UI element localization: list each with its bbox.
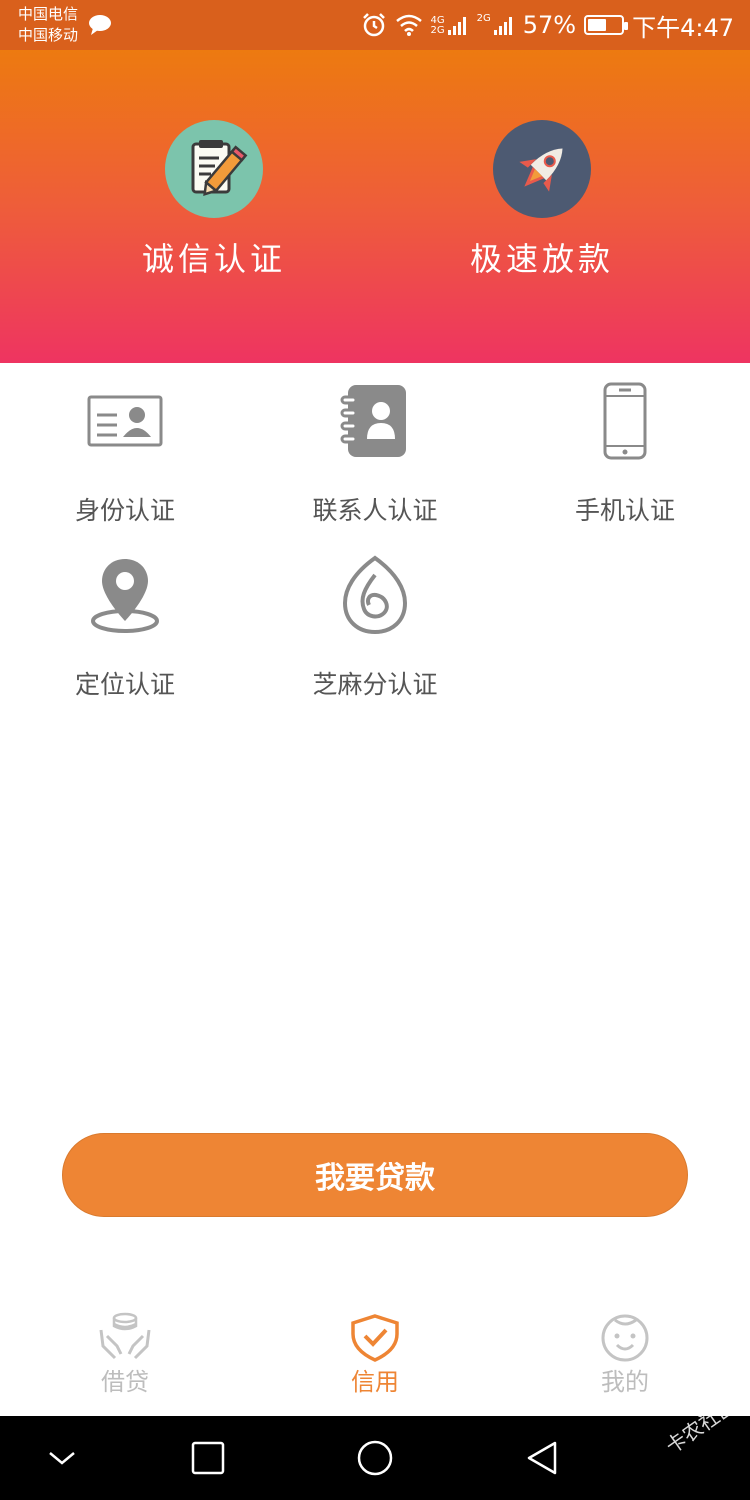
cert-label-location: 定位认证 <box>74 670 175 699</box>
apply-loan-button[interactable]: 我要贷款 <box>62 1133 688 1217</box>
hero-banner: 诚信认证 极速放款 <box>0 50 750 363</box>
network-1b-label: 2G <box>430 25 445 36</box>
cert-label-phone: 手机认证 <box>574 496 675 525</box>
status-bar: 中国电信 中国移动 4G 2G 2G 57% 下午4:47 <box>0 0 750 50</box>
carrier-2: 中国移动 <box>18 26 79 44</box>
signal-2: 2G <box>477 14 515 36</box>
cert-sesame[interactable]: 芝麻分认证 <box>250 555 500 701</box>
carrier-1: 中国电信 <box>18 5 79 23</box>
cert-identity[interactable]: 身份认证 <box>0 381 250 527</box>
battery-percent: 57% <box>522 11 577 39</box>
clock: 下午4:47 <box>632 13 734 42</box>
carrier-info: 中国电信 中国移动 <box>18 4 78 46</box>
cert-phone[interactable]: 手机认证 <box>500 381 750 527</box>
tab-label-mine: 我的 <box>601 1368 649 1396</box>
signal-bars-icon <box>493 17 512 35</box>
tab-label-credit: 信用 <box>351 1368 399 1396</box>
hero-item-fast-loan[interactable]: 极速放款 <box>422 120 662 280</box>
cert-label-identity: 身份认证 <box>74 496 175 525</box>
hero-label-integrity: 诚信认证 <box>141 240 286 278</box>
alarm-icon <box>362 13 385 37</box>
tab-mine[interactable]: 我的 <box>500 1310 750 1397</box>
sesame-icon <box>342 555 408 635</box>
cert-location[interactable]: 定位认证 <box>0 555 250 701</box>
mobile-phone-icon <box>603 382 647 460</box>
circle-icon <box>357 1440 393 1476</box>
notepad-pencil-icon <box>165 120 263 218</box>
chat-bubble-icon <box>89 15 111 35</box>
back-button[interactable] <box>522 1438 562 1478</box>
cert-label-contacts: 联系人认证 <box>312 496 438 525</box>
system-nav-bar <box>0 1416 750 1500</box>
chevron-down-icon <box>49 1452 75 1465</box>
contacts-book-icon <box>340 385 406 457</box>
smiley-face-icon <box>601 1314 649 1362</box>
wifi-icon <box>395 14 422 36</box>
cert-contacts[interactable]: 联系人认证 <box>250 381 500 527</box>
hands-coins-icon <box>99 1312 151 1360</box>
network-2-label: 2G <box>476 13 491 24</box>
battery-icon <box>584 15 629 35</box>
cert-label-sesame: 芝麻分认证 <box>312 670 438 699</box>
home-button[interactable] <box>355 1438 395 1478</box>
tab-loan[interactable]: 借贷 <box>0 1310 250 1397</box>
signal-1: 4G 2G <box>431 14 469 36</box>
location-pin-icon <box>91 559 159 633</box>
id-card-icon <box>87 395 163 447</box>
bottom-tab-bar: 借贷 信用 我的 <box>0 1300 750 1416</box>
back-triangle-icon <box>527 1441 557 1475</box>
recent-apps-button[interactable] <box>188 1438 228 1478</box>
tab-credit[interactable]: 信用 <box>250 1310 500 1397</box>
square-icon <box>191 1441 225 1475</box>
hero-item-integrity[interactable]: 诚信认证 <box>94 120 334 280</box>
shield-check-icon <box>351 1314 399 1362</box>
hero-label-fast-loan: 极速放款 <box>469 240 614 278</box>
rocket-icon <box>493 120 591 218</box>
tab-label-loan: 借贷 <box>101 1368 149 1396</box>
hide-nav-button[interactable] <box>42 1438 82 1478</box>
battery-fill <box>588 19 607 31</box>
signal-bars-icon <box>447 17 466 35</box>
